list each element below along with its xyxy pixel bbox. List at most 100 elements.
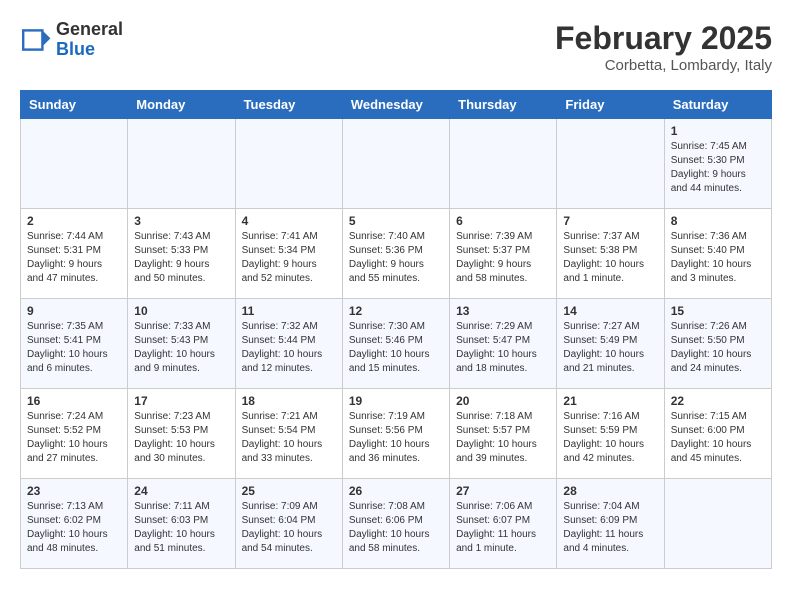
day-number: 6 — [456, 214, 550, 228]
day-info: Sunrise: 7:41 AM Sunset: 5:34 PM Dayligh… — [242, 230, 336, 286]
day-number: 19 — [349, 394, 443, 408]
column-header-thursday: Thursday — [450, 91, 557, 119]
calendar-table: SundayMondayTuesdayWednesdayThursdayFrid… — [20, 90, 772, 569]
calendar-week-row: 23 Sunrise: 7:13 AM Sunset: 6:02 PM Dayli… — [21, 479, 772, 569]
calendar-cell: 27 Sunrise: 7:06 AM Sunset: 6:07 PM Dayli… — [450, 479, 557, 569]
logo-blue: Blue — [56, 39, 95, 59]
calendar-cell: 13Sunrise: 7:29 AM Sunset: 5:47 PM Dayli… — [450, 299, 557, 389]
day-info: Sunrise: 7:19 AM Sunset: 5:56 PM Dayligh… — [349, 410, 443, 466]
day-info: Sunrise: 7:06 AM Sunset: 6:07 PM Dayligh… — [456, 500, 550, 556]
calendar-week-row: 16 Sunrise: 7:24 AM Sunset: 5:52 PM Dayli… — [21, 389, 772, 479]
calendar-week-row: 1 Sunrise: 7:45 AM Sunset: 5:30 PM Daylig… — [21, 119, 772, 209]
day-info: Sunrise: 7:13 AM Sunset: 6:02 PM Dayligh… — [27, 500, 121, 556]
day-number: 12 — [349, 304, 443, 318]
title-block: February 2025 Corbetta, Lombardy, Italy — [555, 20, 772, 74]
page-header: General Blue February 2025 Corbetta, Lom… — [20, 20, 772, 74]
calendar-header-row: SundayMondayTuesdayWednesdayThursdayFrid… — [21, 91, 772, 119]
location: Corbetta, Lombardy, Italy — [555, 57, 772, 74]
calendar-cell: 10 Sunrise: 7:33 AM Sunset: 5:43 PM Dayli… — [128, 299, 235, 389]
day-info: Sunrise: 7:45 AM Sunset: 5:30 PM Dayligh… — [671, 140, 765, 196]
calendar-cell: 8 Sunrise: 7:36 AM Sunset: 5:40 PM Daylig… — [664, 209, 771, 299]
calendar-cell: 28Sunrise: 7:04 AM Sunset: 6:09 PM Dayli… — [557, 479, 664, 569]
calendar-cell: 9Sunrise: 7:35 AM Sunset: 5:41 PM Daylig… — [21, 299, 128, 389]
day-number: 25 — [242, 484, 336, 498]
day-number: 20 — [456, 394, 550, 408]
calendar-cell: 12Sunrise: 7:30 AM Sunset: 5:46 PM Dayli… — [342, 299, 449, 389]
calendar-cell: 22 Sunrise: 7:15 AM Sunset: 6:00 PM Dayli… — [664, 389, 771, 479]
calendar-cell: 25Sunrise: 7:09 AM Sunset: 6:04 PM Dayli… — [235, 479, 342, 569]
logo-general: General — [56, 19, 123, 39]
calendar-cell: 1 Sunrise: 7:45 AM Sunset: 5:30 PM Daylig… — [664, 119, 771, 209]
calendar-cell: 20 Sunrise: 7:18 AM Sunset: 5:57 PM Dayli… — [450, 389, 557, 479]
calendar-cell: 21 Sunrise: 7:16 AM Sunset: 5:59 PM Dayli… — [557, 389, 664, 479]
day-number: 14 — [563, 304, 657, 318]
day-info: Sunrise: 7:24 AM Sunset: 5:52 PM Dayligh… — [27, 410, 121, 466]
calendar-cell: 15 Sunrise: 7:26 AM Sunset: 5:50 PM Dayli… — [664, 299, 771, 389]
day-info: Sunrise: 7:33 AM Sunset: 5:43 PM Dayligh… — [134, 320, 228, 376]
day-info: Sunrise: 7:21 AM Sunset: 5:54 PM Dayligh… — [242, 410, 336, 466]
day-number: 11 — [242, 304, 336, 318]
day-info: Sunrise: 7:18 AM Sunset: 5:57 PM Dayligh… — [456, 410, 550, 466]
day-info: Sunrise: 7:16 AM Sunset: 5:59 PM Dayligh… — [563, 410, 657, 466]
day-number: 22 — [671, 394, 765, 408]
column-header-monday: Monday — [128, 91, 235, 119]
calendar-cell — [21, 119, 128, 209]
day-number: 16 — [27, 394, 121, 408]
day-info: Sunrise: 7:08 AM Sunset: 6:06 PM Dayligh… — [349, 500, 443, 556]
calendar-cell: 17 Sunrise: 7:23 AM Sunset: 5:53 PM Dayli… — [128, 389, 235, 479]
day-number: 9 — [27, 304, 121, 318]
day-number: 5 — [349, 214, 443, 228]
calendar-cell: 19 Sunrise: 7:19 AM Sunset: 5:56 PM Dayli… — [342, 389, 449, 479]
calendar-cell — [128, 119, 235, 209]
day-info: Sunrise: 7:15 AM Sunset: 6:00 PM Dayligh… — [671, 410, 765, 466]
calendar-week-row: 9Sunrise: 7:35 AM Sunset: 5:41 PM Daylig… — [21, 299, 772, 389]
day-number: 18 — [242, 394, 336, 408]
day-number: 21 — [563, 394, 657, 408]
column-header-tuesday: Tuesday — [235, 91, 342, 119]
day-number: 3 — [134, 214, 228, 228]
day-number: 15 — [671, 304, 765, 318]
day-info: Sunrise: 7:39 AM Sunset: 5:37 PM Dayligh… — [456, 230, 550, 286]
calendar-cell — [450, 119, 557, 209]
logo-text: General Blue — [56, 20, 123, 60]
calendar-cell: 16 Sunrise: 7:24 AM Sunset: 5:52 PM Dayli… — [21, 389, 128, 479]
day-number: 4 — [242, 214, 336, 228]
day-number: 13 — [456, 304, 550, 318]
day-number: 8 — [671, 214, 765, 228]
day-number: 17 — [134, 394, 228, 408]
calendar-cell: 24 Sunrise: 7:11 AM Sunset: 6:03 PM Dayli… — [128, 479, 235, 569]
day-number: 24 — [134, 484, 228, 498]
calendar-cell: 2 Sunrise: 7:44 AM Sunset: 5:31 PM Daylig… — [21, 209, 128, 299]
logo: General Blue — [20, 20, 123, 60]
day-number: 27 — [456, 484, 550, 498]
day-number: 2 — [27, 214, 121, 228]
calendar-cell: 4 Sunrise: 7:41 AM Sunset: 5:34 PM Daylig… — [235, 209, 342, 299]
calendar-cell — [557, 119, 664, 209]
calendar-cell: 18 Sunrise: 7:21 AM Sunset: 5:54 PM Dayli… — [235, 389, 342, 479]
day-number: 7 — [563, 214, 657, 228]
day-info: Sunrise: 7:36 AM Sunset: 5:40 PM Dayligh… — [671, 230, 765, 286]
day-info: Sunrise: 7:23 AM Sunset: 5:53 PM Dayligh… — [134, 410, 228, 466]
column-header-sunday: Sunday — [21, 91, 128, 119]
day-info: Sunrise: 7:26 AM Sunset: 5:50 PM Dayligh… — [671, 320, 765, 376]
column-header-friday: Friday — [557, 91, 664, 119]
day-info: Sunrise: 7:11 AM Sunset: 6:03 PM Dayligh… — [134, 500, 228, 556]
calendar-cell: 7 Sunrise: 7:37 AM Sunset: 5:38 PM Daylig… — [557, 209, 664, 299]
day-info: Sunrise: 7:37 AM Sunset: 5:38 PM Dayligh… — [563, 230, 657, 286]
column-header-wednesday: Wednesday — [342, 91, 449, 119]
calendar-cell: 5Sunrise: 7:40 AM Sunset: 5:36 PM Daylig… — [342, 209, 449, 299]
day-number: 23 — [27, 484, 121, 498]
day-number: 10 — [134, 304, 228, 318]
day-info: Sunrise: 7:44 AM Sunset: 5:31 PM Dayligh… — [27, 230, 121, 286]
calendar-cell: 3Sunrise: 7:43 AM Sunset: 5:33 PM Daylig… — [128, 209, 235, 299]
calendar-cell — [342, 119, 449, 209]
day-info: Sunrise: 7:32 AM Sunset: 5:44 PM Dayligh… — [242, 320, 336, 376]
calendar-cell — [664, 479, 771, 569]
month-title: February 2025 — [555, 20, 772, 57]
day-info: Sunrise: 7:04 AM Sunset: 6:09 PM Dayligh… — [563, 500, 657, 556]
calendar-week-row: 2 Sunrise: 7:44 AM Sunset: 5:31 PM Daylig… — [21, 209, 772, 299]
day-number: 26 — [349, 484, 443, 498]
calendar-cell: 26 Sunrise: 7:08 AM Sunset: 6:06 PM Dayli… — [342, 479, 449, 569]
day-number: 1 — [671, 124, 765, 138]
calendar-cell: 6 Sunrise: 7:39 AM Sunset: 5:37 PM Daylig… — [450, 209, 557, 299]
